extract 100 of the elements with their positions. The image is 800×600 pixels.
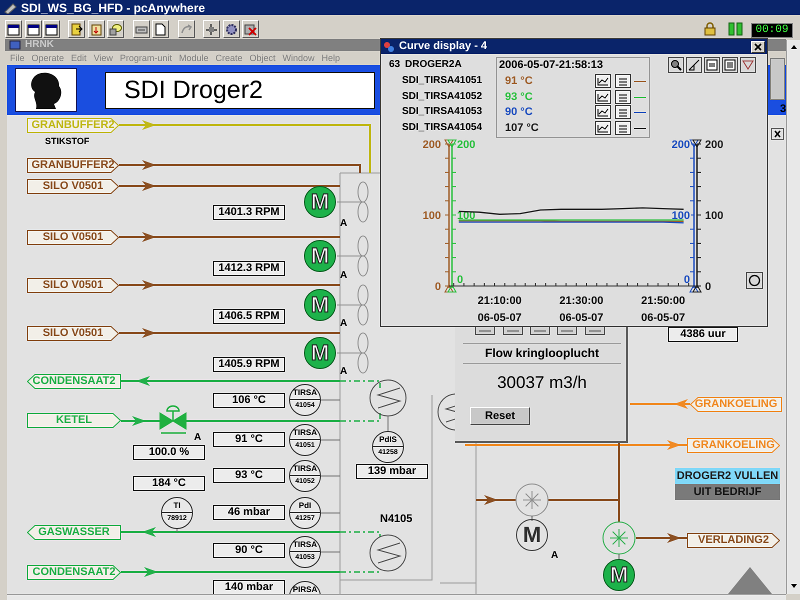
- trend-button[interactable]: [595, 105, 611, 119]
- trend-button[interactable]: [595, 90, 611, 104]
- heat-exchanger-icon: [437, 392, 455, 432]
- list-icon: [618, 92, 628, 102]
- app-icon: [4, 2, 17, 14]
- vertical-scrollbar[interactable]: [786, 40, 800, 594]
- stream-label: SILO V0501: [27, 230, 119, 245]
- stream-label: VERLADING2: [687, 533, 780, 548]
- instrument-tag: TIRSA: [293, 541, 317, 549]
- motor-symbol[interactable]: M: [516, 519, 548, 551]
- tag-name: SDI_TIRSA41053: [402, 107, 482, 117]
- toolbar-button[interactable]: [68, 20, 85, 38]
- value-display: 184 °C: [133, 476, 205, 491]
- value-display: 1401.3 RPM: [213, 205, 285, 220]
- status-lights-icon: [728, 22, 744, 36]
- window-icon: [7, 22, 20, 36]
- panel-icon: [706, 59, 718, 71]
- mode-label: A: [340, 367, 348, 377]
- motor-symbol[interactable]: M: [304, 337, 336, 369]
- triangle-icon: [742, 59, 754, 71]
- window-title: SDI_WS_BG_HFD - pcAnywhere: [21, 2, 206, 14]
- toolbar-button[interactable]: [88, 20, 105, 38]
- magnifier-icon: [670, 59, 682, 71]
- menu-item[interactable]: Help: [322, 54, 340, 62]
- toolbar-button[interactable]: [203, 20, 220, 38]
- toolbar-button[interactable]: [5, 20, 22, 38]
- motor-symbol[interactable]: M: [304, 289, 336, 321]
- tool-button[interactable]: [686, 57, 702, 73]
- value-display: 100.0 %: [133, 445, 205, 460]
- refresh-button[interactable]: [746, 272, 763, 289]
- menu-item[interactable]: Operate: [32, 54, 64, 62]
- trend-button[interactable]: [595, 74, 611, 88]
- reset-button[interactable]: Reset: [470, 407, 530, 425]
- header-title: SDI Droger2: [105, 72, 375, 109]
- curved-arrow-icon: [180, 22, 193, 36]
- value-text: 91 °C: [505, 76, 533, 87]
- menu-item[interactable]: Module: [178, 54, 208, 62]
- toolbar-button[interactable]: [133, 20, 150, 38]
- list-button[interactable]: [615, 105, 631, 119]
- close-icon[interactable]: [771, 128, 784, 140]
- value-display: 1405.9 RPM: [213, 357, 285, 372]
- tick-label: 100: [422, 210, 441, 222]
- toolbar-button[interactable]: [223, 20, 240, 38]
- instrument-tag: TIRSA: [293, 465, 317, 473]
- list-icon: [618, 122, 628, 132]
- menu-item[interactable]: Program-unit: [120, 54, 172, 62]
- triangle-icon[interactable]: [728, 567, 772, 594]
- horizontal-scrollbar[interactable]: [7, 594, 786, 600]
- tick-label: 200: [705, 139, 724, 151]
- tool-button[interactable]: [722, 57, 738, 73]
- clipboard-icon: [90, 22, 103, 36]
- list-button[interactable]: [615, 74, 631, 88]
- tick-label: 21:30:00: [559, 295, 604, 307]
- stream-label: SILO V0501: [27, 179, 119, 194]
- menu-item[interactable]: Object: [250, 54, 276, 62]
- stream-label: CONDENSAAT2: [27, 374, 121, 389]
- heat-exchanger-icon: [370, 380, 406, 416]
- tool-button[interactable]: [704, 57, 720, 73]
- value-display: 93 °C: [213, 468, 285, 483]
- chart-icon: [688, 59, 700, 71]
- toolbar-button[interactable]: [178, 20, 195, 38]
- toolbar-button[interactable]: [43, 20, 60, 38]
- close-button[interactable]: [751, 40, 765, 52]
- instrument-tag: TIRSA: [293, 389, 317, 397]
- mode-label: A: [551, 551, 558, 561]
- toolbar-button[interactable]: [107, 20, 124, 38]
- tick-label: 200: [457, 139, 476, 151]
- stream-label: CONDENSAAT2: [27, 565, 121, 580]
- chat-icon: [109, 22, 122, 36]
- list-button[interactable]: [615, 90, 631, 104]
- window-icon: [27, 22, 40, 36]
- cross-icon: [244, 22, 257, 36]
- trend-button[interactable]: [595, 120, 611, 134]
- toolbar-button[interactable]: [242, 20, 259, 38]
- tick-label: 200: [422, 139, 441, 151]
- tool-button[interactable]: [668, 57, 684, 73]
- list-button[interactable]: [615, 120, 631, 134]
- tick-label: 0: [705, 281, 712, 293]
- menu-item[interactable]: Window: [282, 54, 315, 62]
- motor-symbol[interactable]: M: [304, 240, 336, 272]
- app-icon: [383, 40, 395, 52]
- value-text: 93 °C: [505, 92, 533, 102]
- tag-name: SDI_TIRSA41052: [402, 92, 482, 102]
- stream-label: GRANKOELING: [690, 397, 782, 412]
- pipe-line: [636, 533, 687, 543]
- menu-item[interactable]: File: [10, 54, 25, 62]
- menu-item[interactable]: View: [94, 54, 113, 62]
- value-display: 46 mbar: [213, 505, 285, 520]
- toolbar-button[interactable]: [152, 20, 169, 38]
- value-display: 140 mbar: [213, 580, 285, 594]
- lock-icon: [704, 22, 716, 36]
- menu-item[interactable]: Edit: [71, 54, 87, 62]
- mode-label: A: [194, 433, 202, 443]
- toolbar-button[interactable]: [25, 20, 42, 38]
- menu-item[interactable]: Create: [215, 54, 242, 62]
- stream-label: KETEL: [27, 413, 121, 428]
- list-icon: [618, 107, 628, 117]
- motor-symbol[interactable]: M: [603, 559, 635, 591]
- motor-symbol[interactable]: M: [304, 186, 336, 218]
- value-display: 139 mbar: [356, 464, 428, 479]
